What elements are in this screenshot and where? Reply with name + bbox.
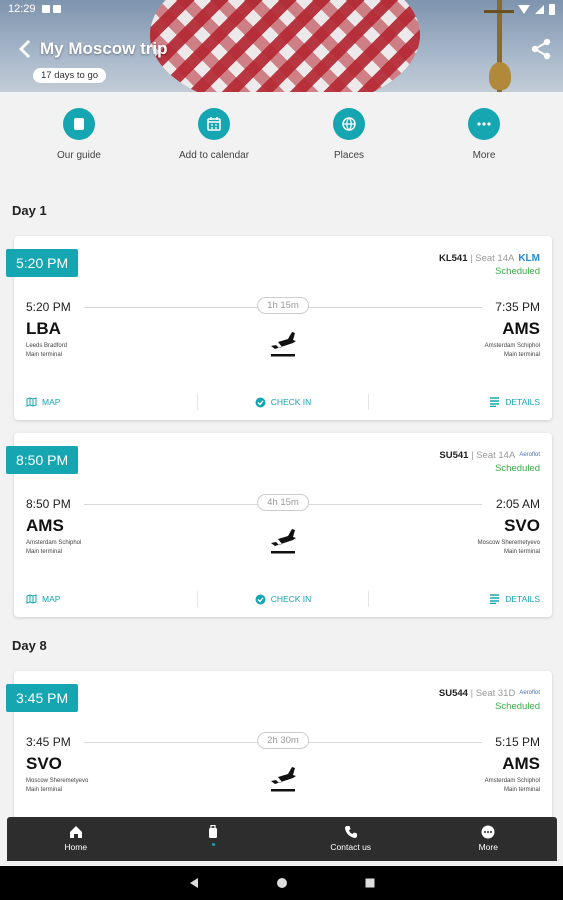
day-heading: Day 8 (12, 638, 47, 653)
departure-time-badge: 3:45 PM (6, 684, 79, 712)
status-bar: 12:29 (0, 0, 563, 18)
flight-status: Scheduled (495, 701, 540, 713)
guide-icon (74, 118, 84, 130)
flight-status: Scheduled (495, 463, 540, 475)
nav-contact-us[interactable]: Contact us (282, 817, 420, 861)
system-navigation-bar (0, 866, 563, 900)
details-button[interactable]: DETAILS (369, 591, 552, 607)
more-button[interactable]: More (429, 108, 539, 161)
map-button[interactable]: MAP (14, 394, 198, 410)
departure-code: LBA (26, 319, 61, 338)
departure-time-badge: 5:20 PM (6, 249, 79, 277)
more-dots-icon (477, 122, 491, 126)
flight-card[interactable]: 3:45 PM SU544 | Seat 31D Aeroflot Schedul… (6, 671, 552, 821)
departure-block: 8:50 PM AMS Amsterdam Schiphol Main term… (26, 497, 82, 555)
seat-number: | Seat 14A (468, 450, 516, 462)
details-button[interactable]: DETAILS (369, 394, 552, 410)
places-button[interactable]: Places (294, 108, 404, 161)
day-heading: Day 1 (12, 203, 47, 218)
map-button[interactable]: MAP (14, 591, 198, 607)
arrival-code: AMS (502, 754, 540, 773)
share-icon (531, 38, 551, 60)
flight-number: SU544 (438, 688, 468, 700)
map-icon (26, 397, 37, 407)
globe-icon (342, 117, 356, 131)
signal-icon (535, 4, 544, 14)
departure-block: 5:20 PM LBA Leeds Bradford Main terminal (26, 300, 71, 358)
flight-number: SU541 (439, 450, 469, 462)
flight-number: KL541 (438, 253, 468, 265)
share-button[interactable] (530, 38, 552, 60)
flight-duration: 4h 15m (257, 494, 309, 511)
system-recents-icon[interactable] (364, 877, 376, 889)
airline-logo: Aeroflot (519, 690, 540, 696)
countdown-badge: 17 days to go (33, 68, 107, 83)
departure-code: SVO (26, 754, 62, 773)
map-icon (26, 594, 37, 604)
notification-icon (52, 5, 61, 13)
nav-more[interactable]: More (420, 817, 558, 861)
arrival-block: 5:15 PM AMS Amsterdam Schiphol Main term… (484, 735, 540, 793)
system-back-icon[interactable] (188, 877, 200, 889)
bottom-navigation: Home Contact us More (7, 817, 557, 861)
arrival-block: 2:05 AM SVO Moscow Sheremetyevo Main ter… (477, 497, 540, 555)
quick-actions: Our guide Add to calendar Places More (0, 108, 563, 168)
departure-time-badge: 8:50 PM (6, 446, 79, 474)
check-in-button[interactable]: CHECK IN (198, 394, 370, 410)
check-circle-icon (255, 594, 266, 604)
arrival-block: 7:35 PM AMS Amsterdam Schiphol Main term… (484, 300, 540, 358)
nav-home[interactable]: Home (7, 817, 145, 861)
nav-trip[interactable] (145, 817, 283, 861)
wifi-icon (518, 4, 530, 14)
departure-code: AMS (26, 516, 64, 535)
flight-card[interactable]: 5:20 PM KL541 | Seat 14A KLM Scheduled 1h… (6, 236, 552, 420)
airline-logo: KLM (518, 253, 540, 264)
notification-icon (41, 5, 50, 13)
takeoff-plane-icon (271, 529, 296, 554)
flight-card[interactable]: 8:50 PM SU541 | Seat 14A Aeroflot Schedul… (6, 433, 552, 617)
details-list-icon (490, 594, 500, 604)
trip-header: 12:29 My Moscow trip 17 days to go (0, 0, 563, 92)
home-icon (69, 826, 82, 838)
flight-info: SU541 | Seat 14A Aeroflot Scheduled (439, 449, 540, 475)
seat-number: | Seat 14A (467, 253, 515, 265)
battery-icon (549, 3, 555, 15)
back-arrow-icon (19, 40, 30, 58)
luggage-icon (209, 825, 218, 838)
flight-status: Scheduled (495, 266, 540, 278)
page-title: My Moscow trip (40, 39, 168, 58)
takeoff-plane-icon (271, 332, 296, 357)
check-in-button[interactable]: CHECK IN (198, 591, 370, 607)
flight-info: KL541 | Seat 14A KLM Scheduled (439, 252, 540, 278)
takeoff-plane-icon (271, 767, 296, 792)
flight-duration: 2h 30m (257, 732, 309, 749)
airline-logo: Aeroflot (519, 452, 540, 458)
arrival-code: SVO (504, 516, 540, 535)
add-to-calendar-button[interactable]: Add to calendar (159, 108, 269, 161)
chat-more-icon (481, 825, 495, 839)
our-guide-button[interactable]: Our guide (24, 108, 134, 161)
check-circle-icon (255, 397, 266, 407)
seat-number: | Seat 31D (467, 688, 516, 700)
flight-duration: 1h 15m (257, 297, 309, 314)
back-button[interactable] (16, 38, 34, 60)
status-time: 12:29 (8, 3, 36, 15)
system-home-icon[interactable] (276, 877, 288, 889)
flight-info: SU544 | Seat 31D Aeroflot Scheduled (439, 687, 540, 713)
active-indicator (211, 843, 215, 846)
calendar-icon (207, 117, 221, 131)
departure-block: 3:45 PM SVO Moscow Sheremetyevo Main ter… (26, 735, 89, 793)
arrival-code: AMS (502, 319, 540, 338)
details-list-icon (490, 397, 500, 407)
phone-icon (344, 826, 357, 838)
